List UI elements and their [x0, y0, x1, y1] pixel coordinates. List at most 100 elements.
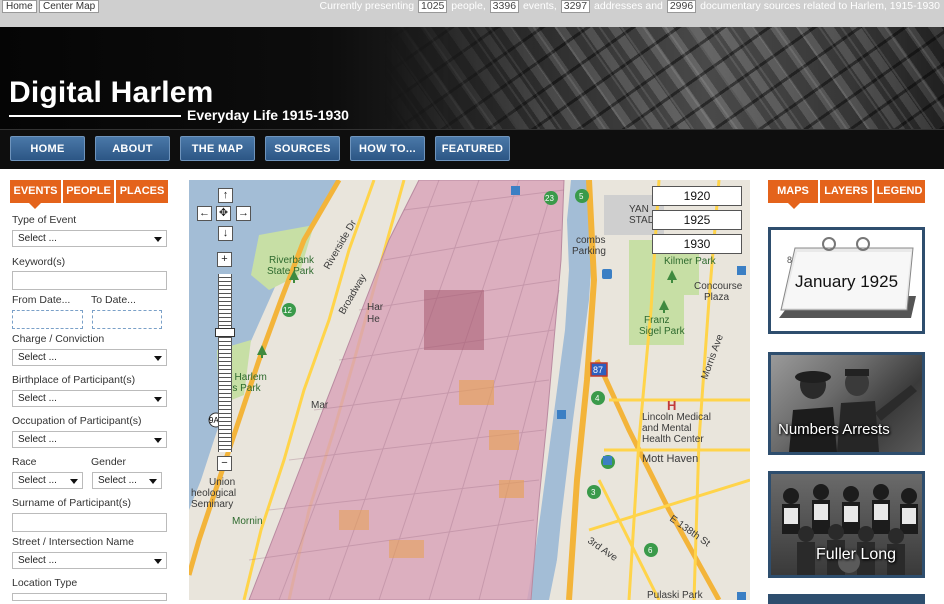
home-link[interactable]: Home: [2, 0, 37, 13]
svg-text:87: 87: [593, 365, 603, 375]
title-underline: [9, 115, 181, 117]
zoom-out-button[interactable]: −: [217, 456, 232, 471]
nav-sources[interactable]: SOURCES: [265, 136, 340, 161]
top-bar: Home Center Map Currently presenting 102…: [0, 0, 944, 27]
map-label: Pulaski Park: [647, 590, 704, 600]
keywords-input[interactable]: [12, 271, 167, 290]
map-label: Sigel Park: [639, 326, 686, 337]
svg-text:23: 23: [545, 194, 554, 203]
featured-card-january-1925[interactable]: 8 January 1925: [768, 227, 925, 334]
svg-text:8: 8: [787, 255, 792, 265]
site-title[interactable]: Digital Harlem: [9, 76, 214, 110]
map-label: Health Center: [642, 434, 704, 445]
svg-text:3: 3: [591, 488, 596, 497]
people-label: people,: [451, 0, 486, 12]
street-select[interactable]: Select ...: [12, 552, 167, 569]
sources-label: documentary sources related to Harlem, 1…: [700, 0, 940, 12]
zoom-slider-track[interactable]: [218, 274, 232, 452]
svg-text:5: 5: [579, 192, 584, 201]
stats-prefix: Currently presenting: [319, 0, 415, 12]
map-label: Plaza: [704, 292, 729, 303]
zoom-in-button[interactable]: +: [217, 252, 232, 267]
gender-value: Select ...: [98, 475, 137, 486]
map-view[interactable]: Riverbank State Park Riverside Dr Broadw…: [189, 180, 750, 600]
map-label: Har: [367, 302, 384, 313]
pan-left-button[interactable]: ←: [197, 206, 212, 221]
zoom-slider-handle[interactable]: [215, 328, 235, 337]
map-label: heological: [191, 488, 236, 499]
type-of-event-select[interactable]: Select ...: [12, 230, 167, 247]
race-label: Race: [12, 456, 37, 468]
tab-events[interactable]: EVENTS: [10, 180, 61, 203]
keywords-label: Keyword(s): [12, 256, 66, 268]
pan-right-button[interactable]: →: [236, 206, 251, 221]
race-value: Select ...: [18, 475, 57, 486]
tab-layers[interactable]: LAYERS: [820, 180, 872, 203]
card-caption: Fuller Long: [816, 546, 897, 563]
tab-legend[interactable]: LEGEND: [874, 180, 925, 203]
featured-card-next[interactable]: [768, 594, 925, 604]
from-date-label: From Date...: [12, 294, 71, 306]
chevron-down-icon: [154, 356, 162, 361]
site-subtitle: Everyday Life 1915-1930: [187, 107, 349, 123]
metro-icon: [557, 410, 566, 419]
occupation-select[interactable]: Select ...: [12, 431, 167, 448]
site-banner: Digital Harlem Everyday Life 1915-1930: [0, 27, 944, 129]
featured-card-numbers-arrests[interactable]: Numbers Arrests: [768, 352, 925, 455]
birthplace-value: Select ...: [18, 393, 57, 404]
featured-panel: MAPS LAYERS LEGEND 8 January 1925 Number…: [760, 169, 944, 604]
map-label: Concourse: [694, 281, 743, 292]
chevron-down-icon: [154, 237, 162, 242]
nav-the-map[interactable]: THE MAP: [180, 136, 255, 161]
route-shield: 6: [644, 543, 658, 557]
to-date-input[interactable]: [92, 310, 162, 329]
year-1930-button[interactable]: 1930: [652, 234, 742, 254]
search-panel: EVENTS PEOPLE PLACES Type of Event Selec…: [0, 169, 177, 601]
nav-home[interactable]: HOME: [10, 136, 85, 161]
map-label: Seminary: [191, 499, 233, 510]
svg-text:4: 4: [595, 394, 600, 403]
route-shield: 4: [591, 391, 605, 405]
surname-input[interactable]: [12, 513, 167, 532]
charge-select[interactable]: Select ...: [12, 349, 167, 366]
metro-icon: [737, 266, 746, 275]
map-label: Lincoln Medical: [642, 412, 711, 423]
nav-about[interactable]: ABOUT: [95, 136, 170, 161]
route-shield: 87: [590, 362, 608, 377]
nav-featured[interactable]: FEATURED: [435, 136, 510, 161]
route-shield: 12: [282, 303, 296, 317]
map-label: and Mental: [642, 423, 691, 434]
tab-maps[interactable]: MAPS: [768, 180, 818, 203]
map-label: t Harlem: [229, 372, 267, 383]
card-caption: January 1925: [795, 272, 899, 291]
map-label: Union: [209, 477, 235, 488]
metro-icon: [737, 592, 746, 600]
map-label: Riverbank: [269, 255, 315, 266]
from-date-input[interactable]: [12, 310, 83, 329]
card-caption: Numbers Arrests: [778, 421, 890, 438]
chevron-down-icon: [149, 479, 157, 484]
street-label: Street / Intersection Name: [12, 536, 134, 548]
chevron-down-icon: [70, 479, 78, 484]
map-label: Franz: [644, 315, 670, 326]
featured-card-fuller-long[interactable]: Fuller Long: [768, 471, 925, 578]
map-label: Mornin: [232, 516, 263, 527]
birthplace-select[interactable]: Select ...: [12, 390, 167, 407]
pan-down-button[interactable]: ↓: [218, 226, 233, 241]
gender-select[interactable]: Select ...: [92, 472, 162, 489]
pan-up-button[interactable]: ↑: [218, 188, 233, 203]
map-label: Kilmer Park: [664, 256, 717, 267]
map-label: YAN: [629, 204, 649, 215]
year-1920-button[interactable]: 1920: [652, 186, 742, 206]
center-map-button[interactable]: Center Map: [39, 0, 100, 13]
year-1925-button[interactable]: 1925: [652, 210, 742, 230]
tab-places[interactable]: PLACES: [116, 180, 168, 203]
main-nav: HOME ABOUT THE MAP SOURCES HOW TO... FEA…: [0, 129, 944, 169]
chevron-down-icon: [154, 438, 162, 443]
addresses-label: addresses and: [594, 0, 663, 12]
tab-people[interactable]: PEOPLE: [63, 180, 114, 203]
race-select[interactable]: Select ...: [12, 472, 83, 489]
pan-center-button[interactable]: ✥: [216, 206, 231, 221]
chevron-down-icon: [154, 397, 162, 402]
nav-how-to[interactable]: HOW TO...: [350, 136, 425, 161]
